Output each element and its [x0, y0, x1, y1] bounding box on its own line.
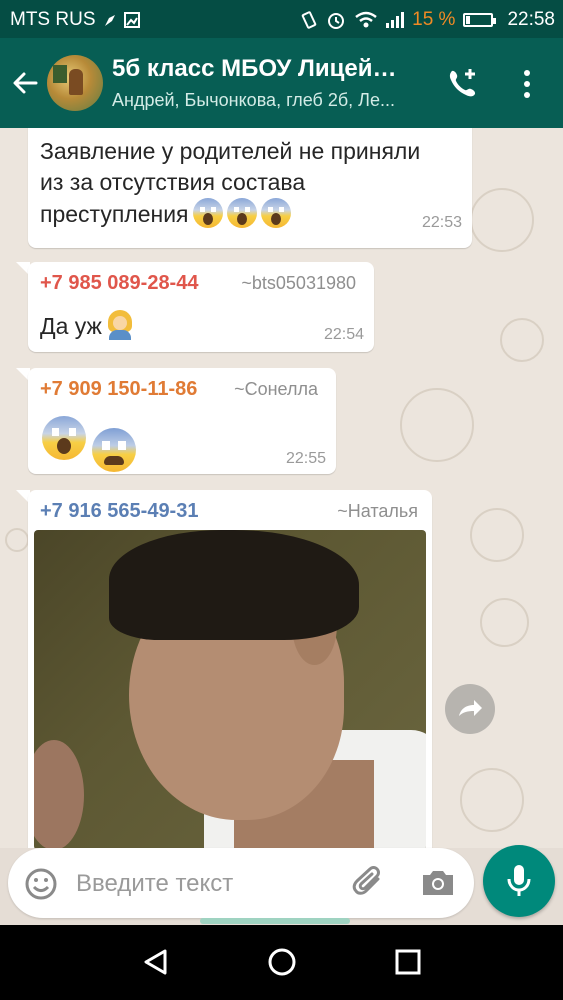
message-text: Да уж [40, 313, 102, 339]
broom-icon [104, 15, 115, 26]
share-forward-icon[interactable] [445, 684, 495, 734]
nav-back-icon[interactable] [141, 947, 171, 977]
battery-percent: 15 % [412, 9, 456, 30]
camera-icon[interactable] [420, 868, 456, 898]
message-bubble[interactable]: +7 985 089-28-44 ~bts05031980 Да уж 22:5… [28, 262, 374, 352]
fearful-emoji-icon [92, 427, 136, 472]
nav-home-icon[interactable] [267, 947, 297, 977]
scream-emoji-icon [260, 198, 291, 228]
vibrate-icon [301, 11, 317, 29]
battery-icon [463, 13, 497, 27]
message-input[interactable]: Введите текст [76, 870, 233, 898]
message-text-line: из за отсутствия состава [40, 169, 306, 195]
message-time: 22:55 [285, 450, 326, 467]
alarm-icon [328, 13, 345, 29]
message-bubble[interactable]: +7 909 150-11-86 ~Сонелла 22:55 [28, 368, 336, 474]
system-nav-bar [0, 925, 563, 1000]
woman-shrug-emoji-icon [106, 310, 134, 340]
scream-emoji-icon [42, 416, 86, 460]
message-time: 22:54 [323, 326, 364, 343]
group-avatar[interactable] [47, 55, 103, 111]
sender-phone[interactable]: +7 909 150-11-86 [40, 378, 197, 401]
status-time: 22:58 [507, 9, 555, 30]
smiley-icon[interactable] [24, 867, 58, 901]
sender-alias: ~Наталья [337, 501, 418, 521]
sender-phone[interactable]: +7 985 089-28-44 [40, 272, 198, 295]
message-text-line: Заявление у родителей не приняли [40, 138, 421, 164]
scream-emoji-icon [226, 198, 257, 228]
wifi-icon [355, 11, 377, 28]
status-bar: MTS RUS 15 % 22:58 [0, 0, 563, 38]
chat-header: 5б класс МБОУ Лицей… Андрей, Бычонкова, … [0, 38, 563, 128]
back-arrow-icon[interactable] [10, 68, 40, 98]
paperclip-icon[interactable] [352, 865, 386, 901]
message-time: 22:53 [421, 214, 462, 231]
message-bubble[interactable]: +7 916 565-49-31 ~Наталья [28, 490, 432, 848]
message-composer[interactable]: Введите текст [8, 848, 474, 918]
signal-icon [386, 12, 405, 28]
sender-alias: ~bts05031980 [241, 273, 356, 293]
nav-recents-icon[interactable] [393, 947, 423, 977]
phone-plus-icon[interactable] [446, 66, 480, 100]
group-title[interactable]: 5б класс МБОУ Лицей… [112, 55, 432, 83]
sender-alias: ~Сонелла [234, 379, 318, 399]
chat-area[interactable]: Заявление у родителей не приняли из за о… [0, 128, 563, 848]
scroll-indicator [200, 918, 350, 924]
image-icon [123, 12, 140, 28]
scream-emoji-icon [192, 198, 223, 228]
message-bubble[interactable]: Заявление у родителей не приняли из за о… [28, 128, 472, 248]
sender-phone[interactable]: +7 916 565-49-31 [40, 500, 198, 523]
microphone-icon [507, 865, 531, 896]
carrier-label: MTS RUS [10, 9, 96, 30]
more-vert-icon[interactable] [517, 68, 537, 98]
message-photo[interactable] [34, 530, 426, 848]
group-members[interactable]: Андрей, Бычонкова, глеб 2б, Ле... [112, 90, 432, 111]
message-text-line: преступления [40, 201, 189, 227]
microphone-button[interactable] [483, 845, 555, 917]
